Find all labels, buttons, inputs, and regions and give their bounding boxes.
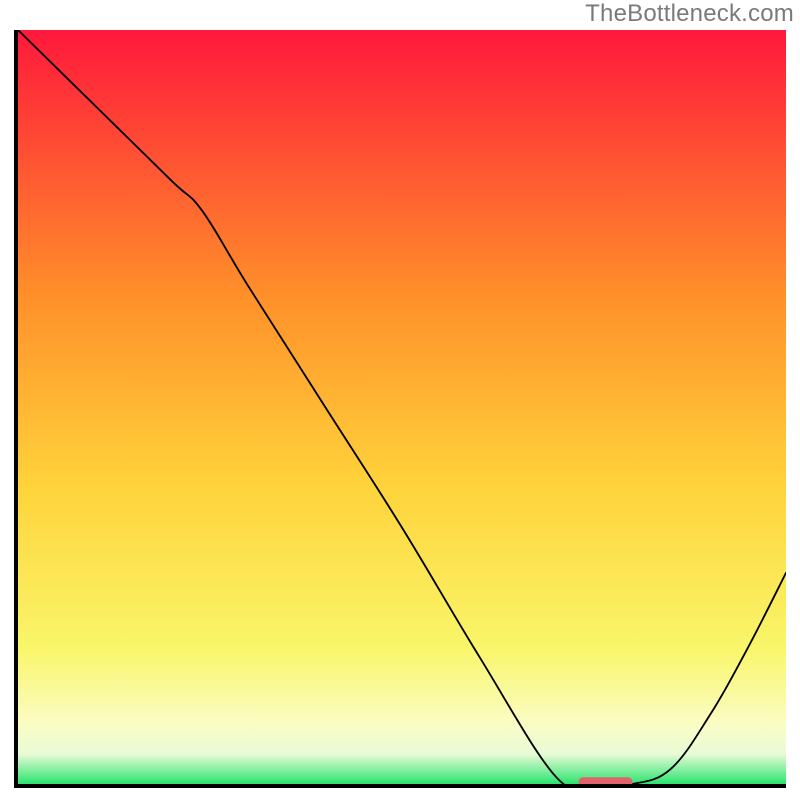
plot-area bbox=[14, 30, 786, 788]
watermark-label: TheBottleneck.com bbox=[585, 0, 794, 28]
optimal-marker bbox=[579, 777, 633, 784]
chart-root: TheBottleneck.com bbox=[0, 0, 800, 800]
chart-svg bbox=[18, 30, 786, 784]
